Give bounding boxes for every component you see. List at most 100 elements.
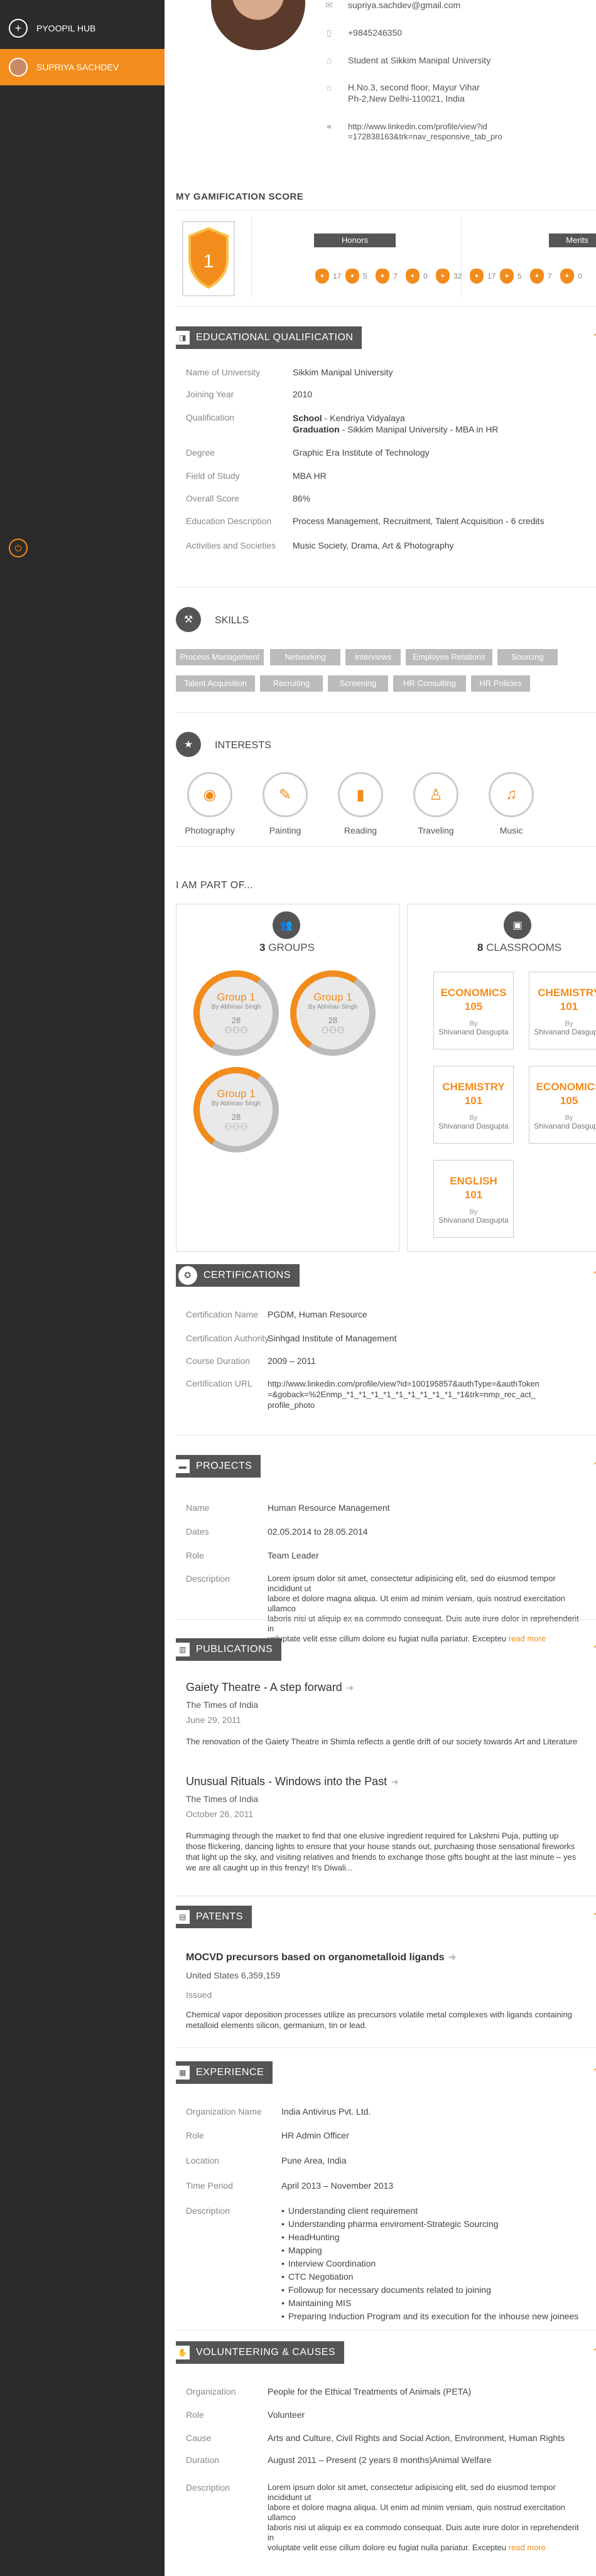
honor-count: 0 <box>423 272 428 281</box>
publication-title-text[interactable]: Gaiety Theatre - A step forward <box>186 1681 342 1693</box>
patent-title[interactable]: MOCVD precursors based on organometalloi… <box>186 1951 456 1963</box>
level-number: 1 <box>203 251 214 272</box>
contact-phone: ▯ +9845246350 <box>327 28 403 38</box>
experience-key: Time Period <box>186 2181 233 2191</box>
group-card[interactable]: Group 1 By Abhinav Singh 28 ⚇⚇⚇ <box>283 963 382 1063</box>
publication-title[interactable]: Unusual Rituals - Windows into the Past ➜ <box>186 1775 399 1788</box>
classroom-card[interactable]: ECONOMICS 105 ByShivanand Dasgupta <box>433 972 514 1049</box>
skill-tag[interactable]: Employee Relations <box>406 649 492 665</box>
classroom-card[interactable]: CHEMISTRY 101 ByShivanand Dasgupta <box>529 972 596 1049</box>
publication-title-text[interactable]: Unusual Rituals - Windows into the Past <box>186 1775 387 1788</box>
merits-ribbon: Merits <box>549 233 596 247</box>
power-icon[interactable]: ⏻ <box>9 539 28 557</box>
merit-item: ✦ 5 <box>500 269 522 284</box>
sidebar-item-user[interactable]: SUPRIYA SACHDEV <box>0 49 165 85</box>
section-title: I AM PART OF... <box>176 880 254 891</box>
medal-icon: ✦ <box>530 269 544 284</box>
star-icon: ★ <box>176 732 201 757</box>
skill-tag[interactable]: Networking <box>270 649 340 665</box>
classroom-card[interactable]: ECONOMICS 105 ByShivanand Dasgupta <box>529 1066 596 1144</box>
group-card[interactable]: Group 1 By Abhinav Singh 28 ⚇⚇⚇ <box>187 1060 286 1159</box>
skill-tag[interactable]: Process Management <box>176 649 264 665</box>
collapse-icon[interactable]: ⌃ <box>592 2346 596 2359</box>
skill-tag[interactable]: HR Consulting <box>393 675 466 692</box>
collapse-icon[interactable]: ⌃ <box>592 1269 596 1282</box>
cert-url[interactable]: http://www.linkedin.com/profile/view?id=… <box>268 1379 539 1388</box>
classroom-number: 105 <box>560 1095 578 1107</box>
edu-value: Process Management, Recruitment, Talent … <box>293 516 545 526</box>
bullet-item: HeadHunting <box>281 2231 578 2244</box>
skill-tag[interactable]: Talent Acquisition <box>176 675 255 692</box>
cert-url[interactable]: profile_photo <box>268 1400 315 1410</box>
linkedin-line[interactable]: http://www.linkedin.com/profile/view?id <box>348 122 502 132</box>
honor-count: 7 <box>393 272 398 281</box>
classroom-card[interactable]: CHEMISTRY 101 ByShivanand Dasgupta <box>433 1066 514 1144</box>
sidebar-item-hub[interactable]: + PYOOPIL HUB <box>0 10 165 46</box>
plus-icon: + <box>9 19 28 38</box>
honor-item: ✦ 5 <box>345 269 367 284</box>
edu-value: 86% <box>293 493 311 503</box>
cert-value: Sinhgad Institute of Management <box>268 1333 397 1343</box>
cert-url[interactable]: =&goback=%2Enmp_*1_*1_*1_*1_*1_*1_*1_*1_… <box>268 1390 536 1399</box>
project-value: Human Resource Management <box>268 1503 390 1513</box>
classrooms-count-label: 8 CLASSROOMS <box>477 942 562 953</box>
experience-key: Location <box>186 2155 219 2165</box>
collapse-icon[interactable]: ⌃ <box>592 2066 596 2080</box>
classroom-name: CHEMISTRY <box>442 1081 505 1093</box>
bullet-item: Mapping <box>281 2244 578 2257</box>
publication-text-line: that light up the sky, and visiting rela… <box>186 1852 577 1862</box>
tools-icon: ⚒ <box>176 607 201 632</box>
section-title: INTERESTS <box>215 740 271 751</box>
arrow-right-icon: ➜ <box>345 1683 354 1693</box>
read-more-link[interactable]: read more <box>509 1634 546 1643</box>
book-icon[interactable]: ▮ <box>338 772 383 817</box>
cert-value: PGDM, Human Resource <box>268 1309 367 1319</box>
section-title: PATENTS <box>196 1911 243 1922</box>
briefcase-icon: ▦ <box>176 2066 190 2080</box>
camera-icon[interactable]: ◉ <box>187 772 232 817</box>
skill-tag[interactable]: Recruiting <box>260 675 323 692</box>
edu-value: Music Society, Drama, Art & Photography <box>293 540 454 550</box>
skill-tag[interactable]: Interviews <box>345 649 401 665</box>
experience-value: India Antivirus Pvt. Ltd. <box>281 2106 371 2117</box>
honor-item: ✦ 0 <box>406 269 428 284</box>
music-icon[interactable]: ♫ <box>489 772 534 817</box>
read-more-link[interactable]: read more <box>509 2543 546 2552</box>
bullet-item: Preparing Induction Program and its exec… <box>281 2310 578 2323</box>
honor-count: 32 <box>453 272 462 281</box>
volunteering-value: Volunteer <box>268 2410 305 2420</box>
collapse-icon[interactable]: ⌃ <box>592 1460 596 1473</box>
medal-icon: ✦ <box>345 269 359 284</box>
arrow-right-icon: ➜ <box>448 1952 457 1963</box>
groups-count-label: 3 GROUPS <box>259 942 315 953</box>
project-value: Team Leader <box>268 1550 319 1560</box>
bullet-item: Understanding pharma enviroment-Strategi… <box>281 2218 578 2231</box>
sidebar: + PYOOPIL HUB SUPRIYA SACHDEV ⏻ <box>0 0 165 2576</box>
publication-text-line: The renovation of the Gaiety Theatre in … <box>186 1737 578 1746</box>
classroom-card[interactable]: ENGLISH 101 By Shivanand Dasgupta <box>433 1160 514 1238</box>
bullet-item: Understanding client requirement <box>281 2204 578 2218</box>
publication-source: The Times of India <box>186 1794 259 1804</box>
group-card[interactable]: Group 1 By Abhinav Singh 28 ⚇⚇⚇ <box>187 963 286 1063</box>
linkedin-line[interactable]: =172838163&trk=nav_responsive_tab_pro <box>348 132 502 142</box>
contact-address: ⌂ H.No.3, second floor, Mayur Vihar Ph-2… <box>327 82 480 104</box>
experience-value: HR Admin Officer <box>281 2130 349 2140</box>
brush-icon[interactable]: ✎ <box>263 772 308 817</box>
skill-tag[interactable]: Sourcing <box>497 649 558 665</box>
project-value: 02.05.2014 to 28.05.2014 <box>268 1527 368 1537</box>
collapse-icon[interactable]: ⌃ <box>592 1643 596 1656</box>
traveler-icon[interactable]: ♙ <box>413 772 458 817</box>
experience-value: Pune Area, India <box>281 2155 347 2165</box>
collapse-icon[interactable]: ⌃ <box>592 331 596 345</box>
volunteering-header: ✋ VOLUNTEERING & CAUSES <box>176 2341 345 2364</box>
collapse-icon[interactable]: ⌃ <box>592 1911 596 1924</box>
publication-title[interactable]: Gaiety Theatre - A step forward ➜ <box>186 1681 354 1694</box>
profile-photo <box>211 0 305 50</box>
edu-key: Degree <box>186 448 215 458</box>
interest-label: Painting <box>269 825 301 835</box>
skill-tag[interactable]: HR Policies <box>471 675 530 692</box>
contact-linkedin[interactable]: ⚭ http://www.linkedin.com/profile/view?i… <box>325 122 502 142</box>
phone-text: +9845246350 <box>348 28 403 38</box>
interest-label: Traveling <box>418 825 454 835</box>
skill-tag[interactable]: Screening <box>328 675 388 692</box>
